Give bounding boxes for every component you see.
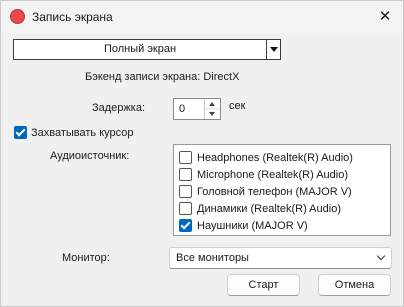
audio-source-checkbox[interactable]: [179, 168, 192, 181]
audio-source-checkbox[interactable]: [179, 151, 192, 164]
audio-source-checkbox[interactable]: [179, 185, 192, 198]
backend-info: Бэкенд записи экрана: DirectX: [85, 71, 240, 83]
close-button[interactable]: ✕: [373, 7, 397, 27]
list-item[interactable]: Headphones (Realtek(R) Audio): [179, 150, 389, 166]
delay-spinbox[interactable]: 0: [173, 98, 221, 120]
delay-value: 0: [179, 103, 186, 115]
audio-source-label: Динамики (Realtek(R) Audio): [197, 203, 341, 215]
arrow-down-icon: [209, 112, 215, 116]
capture-cursor-label[interactable]: Захватывать курсор: [31, 127, 134, 139]
delay-decrement-button[interactable]: [205, 109, 220, 119]
list-item[interactable]: Динамики (Realtek(R) Audio): [179, 201, 389, 217]
capture-mode-value: Полный экран: [103, 43, 177, 55]
audio-source-label: Headphones (Realtek(R) Audio): [197, 152, 353, 164]
monitor-label: Монитор:: [62, 252, 110, 264]
window-title: Запись экрана: [32, 10, 113, 24]
delay-label: Задержка:: [92, 102, 146, 114]
capture-cursor-checkbox[interactable]: [14, 126, 27, 139]
audio-source-label: Наушники (MAJOR V): [197, 220, 308, 232]
dropdown-arrow-button[interactable]: [266, 40, 280, 59]
checkmark-icon: [180, 219, 191, 230]
delay-unit: сек: [229, 100, 246, 112]
audio-source-label: Аудиоисточник:: [50, 150, 130, 162]
title-bar: Запись экрана ✕: [1, 1, 403, 33]
chevron-down-icon: [376, 251, 386, 261]
list-item[interactable]: Наушники (MAJOR V): [179, 218, 389, 234]
screen-record-dialog: Запись экрана ✕ Полный экран Бэкенд запи…: [0, 0, 404, 307]
arrow-up-icon: [209, 102, 215, 106]
triangle-down-icon: [270, 47, 278, 52]
monitor-value: Все мониторы: [176, 252, 249, 264]
app-record-icon: [10, 9, 25, 24]
list-item[interactable]: Головной телефон (MAJOR V): [179, 184, 389, 200]
audio-source-checkbox[interactable]: [179, 202, 192, 215]
cancel-button[interactable]: Отмена: [318, 274, 391, 296]
monitor-dropdown[interactable]: Все мониторы: [169, 247, 392, 269]
start-button[interactable]: Старт: [227, 274, 300, 296]
audio-source-label: Головной телефон (MAJOR V): [197, 186, 352, 198]
delay-spin-buttons: [204, 99, 220, 119]
audio-source-list: Headphones (Realtek(R) Audio) Microphone…: [173, 144, 391, 236]
checkmark-icon: [15, 126, 26, 137]
list-item[interactable]: Microphone (Realtek(R) Audio): [179, 167, 389, 183]
audio-source-label: Microphone (Realtek(R) Audio): [197, 169, 349, 181]
audio-source-checkbox[interactable]: [179, 219, 192, 232]
capture-mode-dropdown[interactable]: Полный экран: [13, 39, 281, 60]
delay-increment-button[interactable]: [205, 99, 220, 109]
